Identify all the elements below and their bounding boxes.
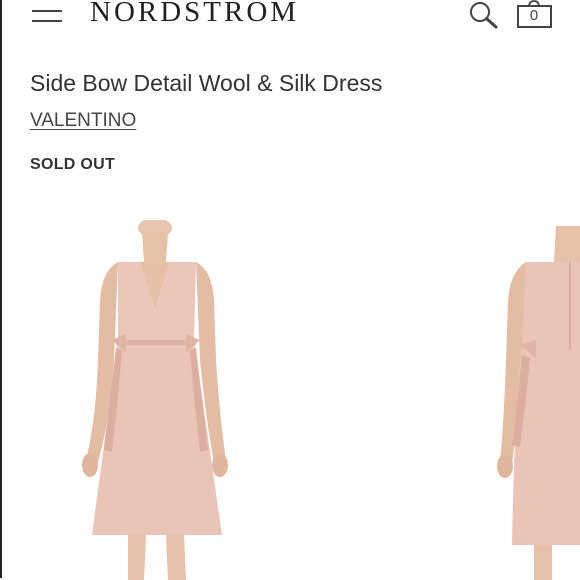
nordstrom-logo[interactable]: NORDSTROM xyxy=(90,0,299,30)
product-image-back[interactable] xyxy=(497,226,580,580)
hamburger-menu-icon[interactable] xyxy=(32,6,62,22)
bag-count: 0 xyxy=(529,7,539,24)
product-image-gallery[interactable] xyxy=(0,220,580,580)
brand-link[interactable]: VALENTINO xyxy=(30,110,136,132)
product-image-front[interactable] xyxy=(82,220,228,580)
search-icon[interactable] xyxy=(466,0,500,30)
site-header: NORDSTROM 0 xyxy=(0,0,580,36)
sold-out-label: SOLD OUT xyxy=(30,156,116,173)
shopping-bag-button[interactable]: 0 xyxy=(517,0,553,30)
product-title: Side Bow Detail Wool & Silk Dress xyxy=(30,70,383,96)
